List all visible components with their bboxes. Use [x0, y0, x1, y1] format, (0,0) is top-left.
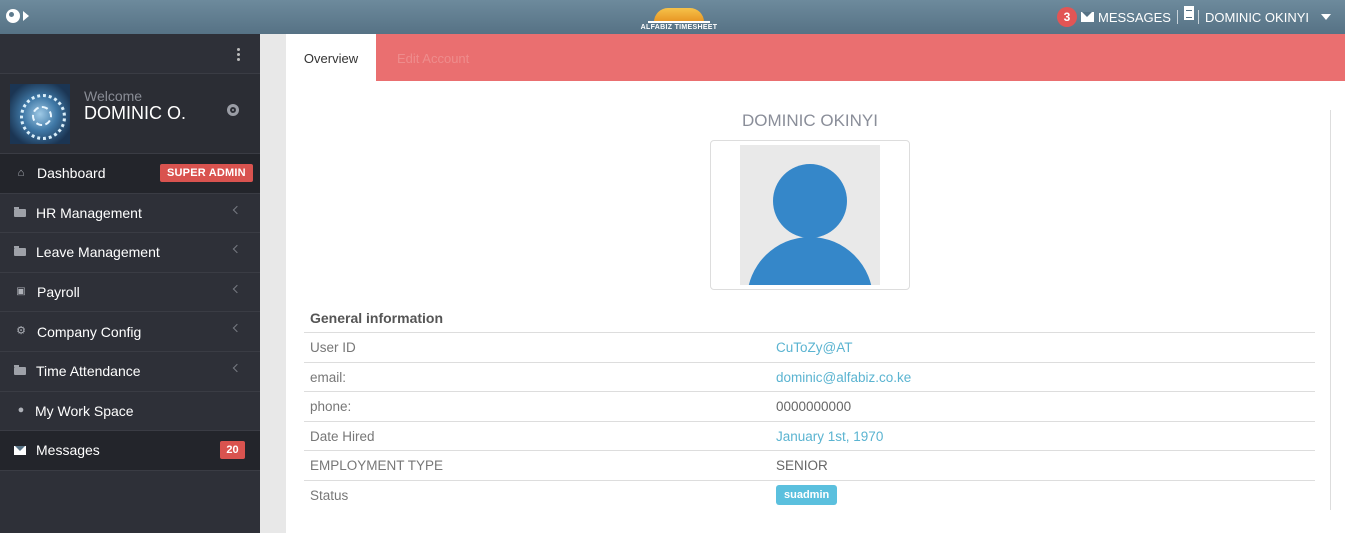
- user-icon: ●: [17, 404, 25, 417]
- more-vertical-icon[interactable]: [237, 48, 240, 61]
- email-link[interactable]: dominic@alfabiz.co.ke: [776, 370, 911, 385]
- table-row: EMPLOYMENT TYPE SENIOR: [304, 451, 1315, 481]
- profile-photo: [710, 140, 910, 290]
- role-badge: SUPER ADMIN: [160, 164, 253, 182]
- money-icon: ▣: [16, 286, 26, 298]
- sidebar-item-label: Leave Management: [36, 244, 160, 261]
- field-label: email:: [310, 369, 347, 385]
- sidebar-item-hr-management[interactable]: HR Management: [0, 194, 260, 234]
- user-placeholder-icon: [740, 145, 880, 285]
- messages-link[interactable]: MESSAGES: [1098, 10, 1171, 25]
- welcome-label: Welcome: [84, 88, 143, 104]
- chevron-left-icon: [232, 324, 242, 333]
- table-row: Date Hired January 1st, 1970: [304, 422, 1315, 452]
- tab-edit-account[interactable]: Edit Account: [397, 34, 469, 81]
- field-value: January 1st, 1970: [776, 428, 884, 444]
- sidebar-item-my-work-space[interactable]: ● My Work Space: [0, 392, 260, 432]
- gear-icon[interactable]: [227, 104, 239, 116]
- folder-open-icon: [14, 206, 26, 217]
- profile-name: DOMINIC OKINYI: [741, 111, 878, 130]
- chevron-left-icon: [232, 284, 242, 294]
- document-icon[interactable]: [1183, 6, 1194, 20]
- chevron-down-icon[interactable]: [1321, 14, 1331, 20]
- sidebar-username: DOMINIC O.: [84, 103, 186, 123]
- folder-open-icon: [14, 246, 26, 257]
- sidebar-item-dashboard[interactable]: ⌂ Dashboard SUPER ADMIN: [0, 154, 260, 194]
- folder-open-icon: [14, 365, 26, 376]
- sidebar-item-time-attendance[interactable]: Time Attendance: [0, 352, 260, 392]
- sidebar-item-label: Time Attendance: [36, 363, 141, 380]
- field-value: 0000000000: [776, 399, 852, 415]
- sidebar-item-label: HR Management: [36, 204, 142, 221]
- tab-bar: Overview Edit Account: [286, 34, 1345, 81]
- cogs-icon: ⚙: [16, 325, 26, 338]
- sidebar-item-label: Messages: [36, 442, 100, 459]
- tab-overview[interactable]: Overview: [286, 34, 376, 81]
- field-label: User ID: [310, 340, 356, 355]
- top-navbar: ALFABIZ TIMESHEET 3 MESSAGES DOMINIC OKI…: [0, 0, 1345, 34]
- home-icon: ⌂: [17, 166, 25, 179]
- user-menu-name[interactable]: DOMINIC OKINYI: [1205, 10, 1309, 25]
- divider: [1176, 10, 1178, 24]
- table-row: User ID CuToZy@AT: [304, 333, 1315, 363]
- sidebar-profile: Welcome DOMINIC O.: [0, 74, 260, 154]
- message-count-badge[interactable]: 3: [1057, 7, 1078, 27]
- messages-count-badge: 20: [220, 441, 245, 460]
- sidebar-item-label: Payroll: [37, 284, 80, 301]
- logo-text: ALFABIZ TIMESHEET: [640, 24, 718, 31]
- sidebar-item-company-config[interactable]: ⚙ Company Config: [0, 312, 260, 352]
- table-row: email: dominic@alfabiz.co.ke: [304, 363, 1315, 393]
- sidebar-item-leave-management[interactable]: Leave Management: [0, 233, 260, 273]
- app-logo[interactable]: ALFABIZ TIMESHEET: [626, 6, 732, 32]
- sidebar-item-label: Dashboard: [37, 165, 106, 182]
- field-label: Status: [310, 487, 349, 503]
- field-label: Date Hired: [310, 428, 375, 444]
- sunrise-logo-icon: [654, 8, 704, 22]
- sidebar-toggle[interactable]: [6, 9, 29, 23]
- chevron-left-icon: [232, 244, 242, 254]
- sidebar: Welcome DOMINIC O. ⌂ Dashboard SUPER ADM…: [0, 34, 260, 533]
- globe-icon: [6, 9, 20, 23]
- field-label: EMPLOYMENT TYPE: [310, 458, 444, 474]
- main-content: Overview Edit Account DOMINIC OKINYI Gen…: [286, 34, 1345, 533]
- sidebar-item-payroll[interactable]: ▣ Payroll: [0, 273, 260, 313]
- sidebar-item-label: My Work Space: [35, 402, 134, 419]
- divider: [1197, 10, 1199, 24]
- sidebar-item-messages[interactable]: Messages 20: [0, 431, 260, 471]
- status-badge: suadmin: [776, 484, 838, 505]
- chevron-left-icon: [232, 363, 242, 373]
- field-value: SENIOR: [776, 458, 828, 474]
- chevron-left-icon: [232, 205, 242, 214]
- field-value: CuToZy@AT: [776, 340, 853, 355]
- table-row: phone: 0000000000: [304, 392, 1315, 422]
- envelope-icon: [14, 445, 26, 455]
- table-row: Status suadmin: [304, 481, 1315, 511]
- play-arrow-icon: [23, 11, 29, 21]
- section-title: General information: [304, 305, 1315, 333]
- sidebar-item-label: Company Config: [37, 323, 142, 340]
- field-label: phone:: [310, 399, 352, 415]
- avatar: [10, 84, 70, 144]
- envelope-icon: [1081, 12, 1095, 22]
- general-information-table: General information User ID CuToZy@AT em…: [304, 305, 1315, 511]
